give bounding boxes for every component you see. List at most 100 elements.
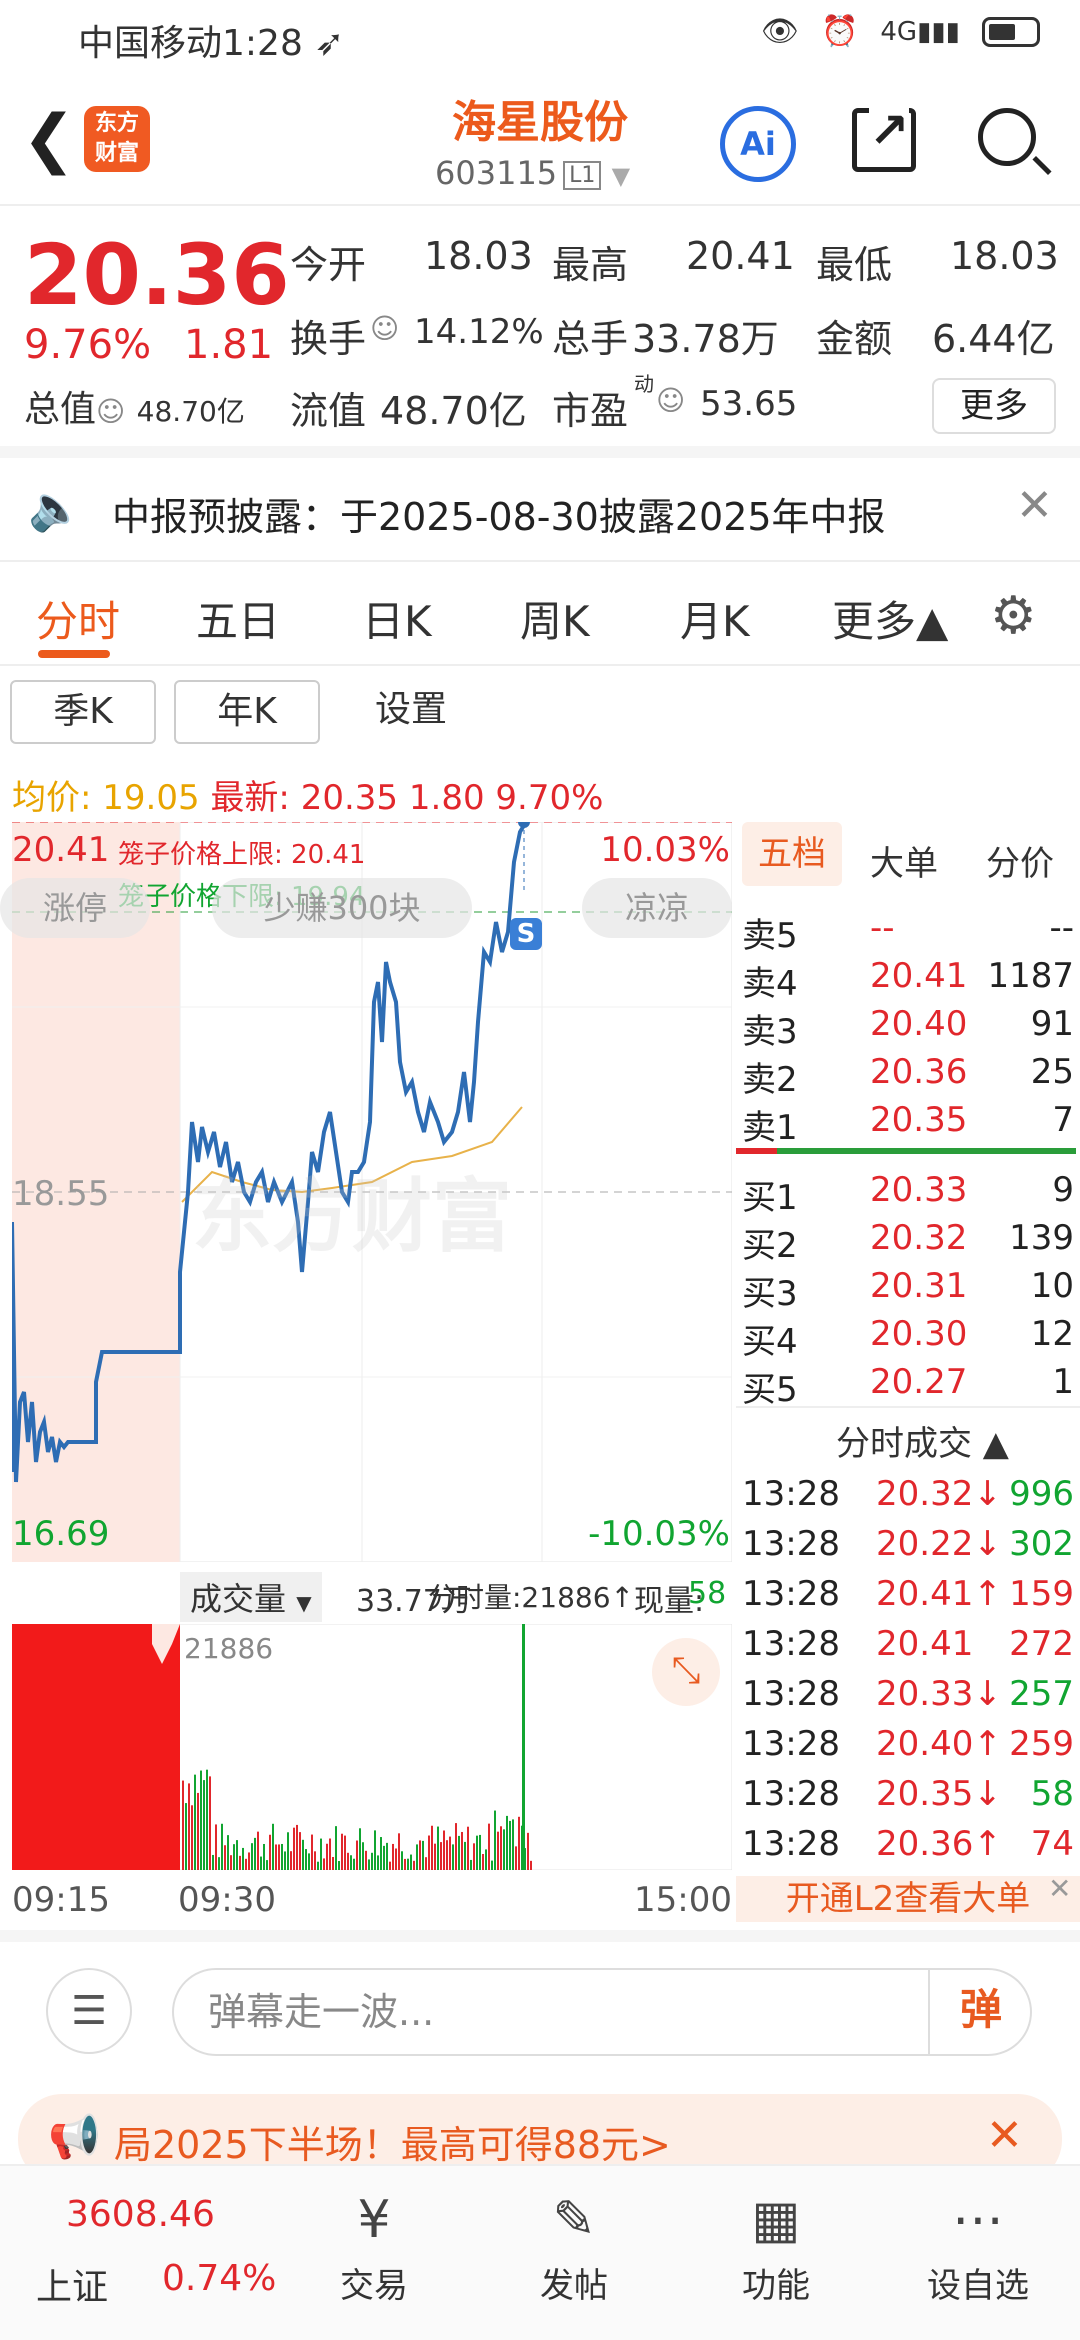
search-icon[interactable] [978,108,1036,166]
danmu-input[interactable]: 弹幕走一波... [172,1968,1032,2056]
bid-volume: 10 [1030,1266,1074,1306]
tab-weekly-k[interactable]: 周K [520,588,590,649]
bid-row[interactable]: 买2 20.32 139 [742,1218,1074,1266]
ask-row[interactable]: 卖3 20.40 91 [742,1004,1074,1052]
current-price: 20.36 [24,226,290,324]
carrier-time: 中国移动1:28 ➶ [78,14,344,66]
volume-bar [353,1858,355,1870]
settings-button[interactable]: 设置 [338,680,484,744]
trade-price: 20.40↑ [876,1724,1002,1764]
volume-bar [386,1842,388,1870]
volume-chart[interactable]: 21886 ⤡ [11,1623,733,1871]
bubble-small-profit[interactable]: 少赚300块 [212,878,472,938]
danmu-list-icon[interactable]: ☰ [46,1968,132,2054]
tab-big-order[interactable]: 大单 [870,836,938,885]
l2-upgrade-banner[interactable]: 开通L2查看大单 [736,1876,1080,1922]
bid-row[interactable]: 买4 20.30 12 [742,1314,1074,1362]
bubble-limit-up[interactable]: 涨停 [0,878,150,938]
promo-close-icon[interactable]: ✕ [986,2110,1023,2161]
turnover-value: 14.12% [414,312,544,352]
index-value[interactable]: 3608.46 [66,2194,215,2235]
promo-text[interactable]: 局2025下半场！最高可得88元> [114,2114,671,2169]
tab-five-level[interactable]: 五档 [742,822,842,886]
volume-bar [317,1861,319,1870]
turnover-info-icon[interactable]: ☺ [370,312,399,345]
nav-trade[interactable]: ¥ 交易 [294,2190,454,2307]
bid-row[interactable]: 买1 20.33 9 [742,1170,1074,1218]
grid-icon: ▦ [751,2190,801,2250]
l2-close-icon[interactable]: ✕ [1048,1872,1071,1905]
close-icon[interactable]: ✕ [1016,480,1053,531]
volume-bar [326,1843,328,1870]
nav-watchlist[interactable]: ⋯ 设自选 [898,2190,1058,2307]
year-k-button[interactable]: 年K [174,680,320,744]
ai-button[interactable]: Ai [720,106,796,182]
tab-monthly-k[interactable]: 月K [680,588,750,649]
share-icon[interactable] [852,103,916,172]
tab-price-dist[interactable]: 分价 [986,836,1054,885]
ask-row[interactable]: 卖2 20.36 25 [742,1052,1074,1100]
nav-arrow-icon: ➶ [314,23,345,64]
bid-label: 买2 [742,1226,798,1266]
ask-price: 20.41 [870,956,968,996]
trade-price: 20.41↑ [876,1574,1002,1614]
tab-more[interactable]: 更多▲ [832,588,948,649]
pe-label: 市盈 [552,389,629,433]
trade-price: 20.32↓ [876,1474,1002,1514]
bid-label: 买5 [742,1370,798,1410]
volume-bar [491,1860,493,1870]
stock-header: ❮ 东方 财富 海星股份 603115 L1 ▼ Ai [0,72,1080,206]
change-percent: 9.76% [24,322,152,368]
ask-volume: -- [1049,908,1074,948]
volume-bar [407,1858,409,1870]
fs-volume: 分时量:21886↑ [428,1581,634,1614]
trade-volume: 259 [1009,1724,1074,1764]
index-percent[interactable]: 0.74% [162,2258,276,2299]
index-name[interactable]: 上证 [36,2258,108,2310]
bid-row[interactable]: 买5 20.27 1 [742,1362,1074,1410]
ask-label: 卖3 [742,1012,798,1052]
battery-icon [982,16,1040,47]
change-amount: 1.81 [184,322,274,368]
volume-bar [305,1849,307,1870]
bottom-nav: 3608.46 上证 0.74% ¥ 交易 ✎ 发帖 ▦ 功能 ⋯ 设自选 [0,2164,1080,2340]
nav-post[interactable]: ✎ 发帖 [494,2190,654,2307]
more-button[interactable]: 更多 [932,378,1056,434]
volume-bar [362,1842,364,1870]
volume-bar [374,1830,376,1870]
s-badge[interactable]: S [510,918,542,950]
ask-row[interactable]: 卖1 20.35 7 [742,1100,1074,1148]
quarter-k-button[interactable]: 季K [10,680,156,744]
notice-bar[interactable]: 🔈 中报预披露：于2025-08-30披露2025年中报 ✕ [0,458,1080,562]
volume-bar [476,1835,478,1870]
info-icon[interactable]: ☺ [96,395,125,428]
intraday-chart[interactable]: 20.41 笼子价格上限: 20.41 笼子价格下限: 19.94 10.03%… [0,816,733,1563]
trades-title[interactable]: 分时成交 ▲ [836,1416,1009,1465]
notice-text[interactable]: 中报预披露：于2025-08-30披露2025年中报 [112,486,886,541]
lower-pct-label: -10.03% [588,1514,730,1554]
volume-bar [185,1803,187,1870]
bubble-cold[interactable]: 凉凉 [582,878,732,938]
volume-bar [257,1831,259,1870]
bid-row[interactable]: 买3 20.31 10 [742,1266,1074,1314]
volume-bar [191,1805,193,1870]
ask-label: 卖4 [742,964,798,1004]
volume-selector[interactable]: 成交量 ▼ [180,1572,322,1622]
volume-bar [281,1843,283,1870]
active-tab-indicator [38,650,110,658]
pe-info-icon[interactable]: ☺ [656,384,685,417]
expand-icon[interactable]: ⤡ [652,1638,720,1706]
bid-price: 20.30 [870,1314,968,1354]
stock-code[interactable]: 603115 L1 ▼ [435,154,630,192]
tab-daily-k[interactable]: 日K [362,588,432,649]
tab-five-day[interactable]: 五日 [196,588,280,649]
divider [736,1406,1080,1408]
ask-row[interactable]: 卖4 20.41 1187 [742,956,1074,1004]
danmu-send-button[interactable]: 弹 [928,1968,1032,2056]
nav-function[interactable]: ▦ 功能 [696,2190,856,2307]
avg-value: 19.05 [102,778,200,818]
trade-price: 20.33↓ [876,1674,1002,1714]
gear-icon[interactable]: ⚙ [990,586,1037,646]
ask-row[interactable]: 卖5 -- -- [742,908,1074,956]
tab-intraday[interactable]: 分时 [36,588,120,649]
